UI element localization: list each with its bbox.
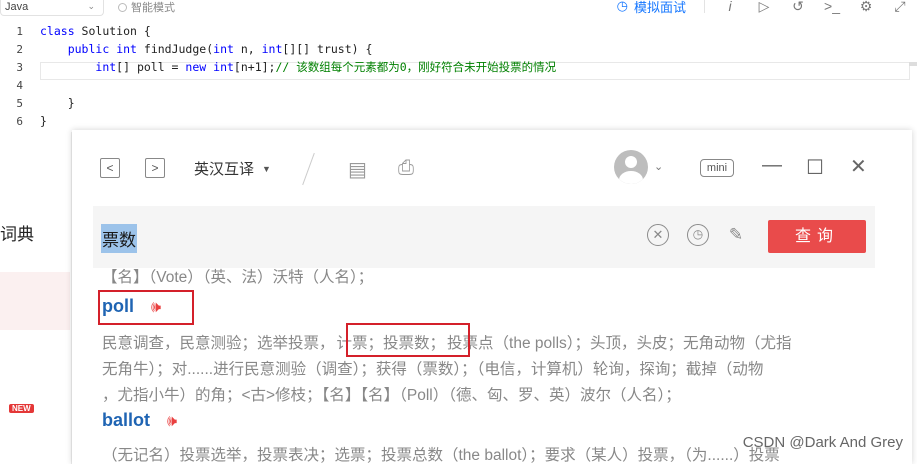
translate-mode-select[interactable]: 英汉互译 ▼ xyxy=(194,158,271,179)
left-side-panel: 词典 NEW xyxy=(0,132,72,464)
chevron-down-icon[interactable]: ⌄ xyxy=(654,160,663,173)
minimize-icon[interactable]: — xyxy=(762,154,782,177)
toolbar-actions: ◷ 模拟面试 i ▷ ↺ >_ ⚙ ⤢ xyxy=(617,0,917,15)
mini-mode-button[interactable]: mini xyxy=(700,159,734,177)
handwrite-icon[interactable]: ✎ xyxy=(725,224,747,246)
code-text: int[] poll = new int[n+1];// 该数组每个元素都为0，… xyxy=(95,60,557,74)
code-text: public int findJudge(int n, int[][] trus… xyxy=(67,42,373,56)
line-number: 1 xyxy=(16,24,23,38)
code-line[interactable]: 6} xyxy=(0,112,917,130)
headword-text: ballot xyxy=(102,410,150,430)
language-select[interactable]: Java ⌄ xyxy=(0,0,104,16)
definition-part: 民意调查，民意测验；选举投票， xyxy=(102,335,335,352)
headword-ballot: ballot 🕪 xyxy=(102,410,177,431)
forward-button[interactable]: > xyxy=(145,158,165,178)
mock-interview-label: 模拟面试 xyxy=(633,0,686,15)
screenshot-icon[interactable]: ⎙ xyxy=(398,157,414,180)
dictionary-window: < > 英汉互译 ▼ ▤ ⎙ ⌄ mini — ☐ ✕ 票数 ✕ ◷ ✎ 查询 … xyxy=(72,130,912,464)
close-icon[interactable]: ✕ xyxy=(850,154,867,179)
definition-line: ，尤指小牛）的角；<古>修枝；【名】【名】（Poll）（德、匈、罗、英）波尔（人… xyxy=(102,387,681,404)
code-text: class Solution { xyxy=(40,24,151,38)
annotation-box xyxy=(98,290,194,325)
annotation-box xyxy=(346,323,470,357)
back-button[interactable]: < xyxy=(100,158,120,178)
toolbar-divider xyxy=(704,0,705,13)
code-line[interactable]: 4 xyxy=(0,76,917,94)
code-text: } xyxy=(40,114,47,128)
chevron-down-icon: ⌄ xyxy=(87,1,95,11)
line-number: 4 xyxy=(16,78,23,92)
line-number: 6 xyxy=(16,114,23,128)
expand-icon[interactable]: ⤢ xyxy=(883,0,917,15)
line-number: 5 xyxy=(16,96,23,110)
code-text: } xyxy=(40,96,75,110)
definition-line: 无角牛）；对......进行民意测验（调查）；获得（票数）；（电信，计算机）轮询… xyxy=(102,361,764,378)
reset-icon[interactable]: ↺ xyxy=(781,0,815,15)
caret-down-icon: ▼ xyxy=(262,163,271,174)
terminal-icon[interactable]: >_ xyxy=(815,0,849,14)
divider xyxy=(302,152,315,186)
clear-icon[interactable]: ✕ xyxy=(647,224,669,246)
speaker-icon[interactable]: 🕪 xyxy=(167,413,177,430)
toggle-icon xyxy=(118,2,127,12)
code-line[interactable]: 1 class Solution { xyxy=(0,22,917,40)
history-icon[interactable]: ◷ xyxy=(687,224,709,246)
code-line[interactable]: 5 } xyxy=(0,94,917,112)
info-icon[interactable]: i xyxy=(713,0,747,14)
document-icon[interactable]: ▤ xyxy=(348,157,367,182)
new-badge: NEW xyxy=(9,404,34,413)
watermark: CSDN @Dark And Grey xyxy=(742,434,903,451)
code-line[interactable]: 3 int[] poll = new int[n+1];// 该数组每个元素都为… xyxy=(0,58,917,76)
panel-highlight-item[interactable] xyxy=(0,272,70,330)
translate-mode-label: 英汉互译 xyxy=(194,161,255,178)
gear-icon[interactable]: ⚙ xyxy=(849,0,883,15)
language-label: Java xyxy=(5,0,29,13)
definition-line: （无记名）投票选举，投票表决；选票；投票总数（the ballot）；要求（某人… xyxy=(102,447,780,464)
maximize-icon[interactable]: ☐ xyxy=(806,155,824,180)
code-line[interactable]: 2 public int findJudge(int n, int[][] tr… xyxy=(0,40,917,58)
search-bar: 票数 ✕ ◷ ✎ 查询 xyxy=(93,206,875,268)
panel-label-dictionary[interactable]: 词典 xyxy=(0,220,34,245)
definition-part: 投票点（the polls）；头顶，头皮；无角动物（尤指 xyxy=(447,335,792,352)
line-number: 3 xyxy=(16,60,23,74)
line-number: 2 xyxy=(16,42,23,56)
run-icon[interactable]: ▷ xyxy=(747,0,781,15)
mock-interview-button[interactable]: ◷ 模拟面试 xyxy=(617,0,686,16)
avatar[interactable] xyxy=(614,150,648,184)
name-definition: 【名】（Vote）（英、法）沃特（人名）； xyxy=(102,269,374,286)
search-button[interactable]: 查询 xyxy=(768,220,866,253)
search-input[interactable]: 票数 xyxy=(101,224,137,253)
smart-mode-toggle[interactable]: 智能模式 xyxy=(118,0,175,15)
clock-icon: ◷ xyxy=(616,0,628,13)
smart-mode-label: 智能模式 xyxy=(131,2,175,14)
code-comment: // 该数组每个元素都为0，刚好符合未开始投票的情况 xyxy=(275,60,557,74)
editor-toolbar: Java ⌄ 智能模式 ◷ 模拟面试 i ▷ ↺ >_ ⚙ ⤢ xyxy=(0,0,917,16)
